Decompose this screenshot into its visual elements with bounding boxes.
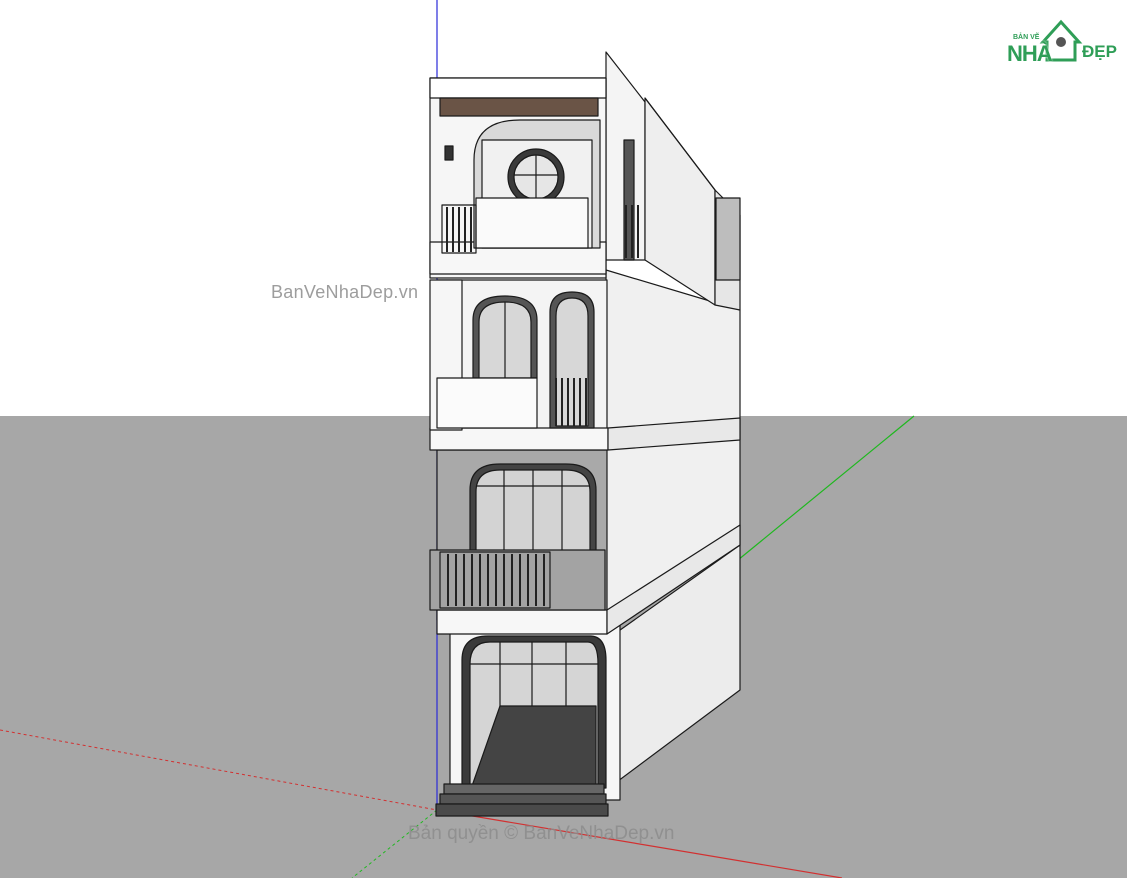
logo-top-text: BẢN VẼ [1013,34,1040,41]
watermark-middle: BanVeNhaDep.vn [271,282,419,302]
slab-1 [429,427,609,451]
sketchup-viewport[interactable]: BanVeNhaDep.vn Bản quyền © BanVeNhaDep.v… [0,0,1127,879]
side-top-wall [644,97,716,306]
slab-2 [436,609,608,635]
roof-pergola [715,197,741,281]
top-ceiling [439,97,599,117]
steps-top [443,783,605,795]
watermark-bottom: Bản quyền © BanVeNhaDep.vn [408,823,675,844]
logo-side-text: ĐẸP [1082,42,1117,61]
steps-mid [439,793,607,805]
brand-logo: BẢN VẼ NHÀ ĐẸP [1003,12,1118,66]
logo-main-text: NHÀ [1007,41,1053,66]
top-parapet [475,197,589,249]
floor2-door-right-glass [555,297,589,427]
wall-lamp [444,145,454,161]
top-frame [429,77,607,99]
model-scene [0,0,1127,879]
steps-bottom [435,803,609,817]
floor2-parapet [436,377,538,429]
